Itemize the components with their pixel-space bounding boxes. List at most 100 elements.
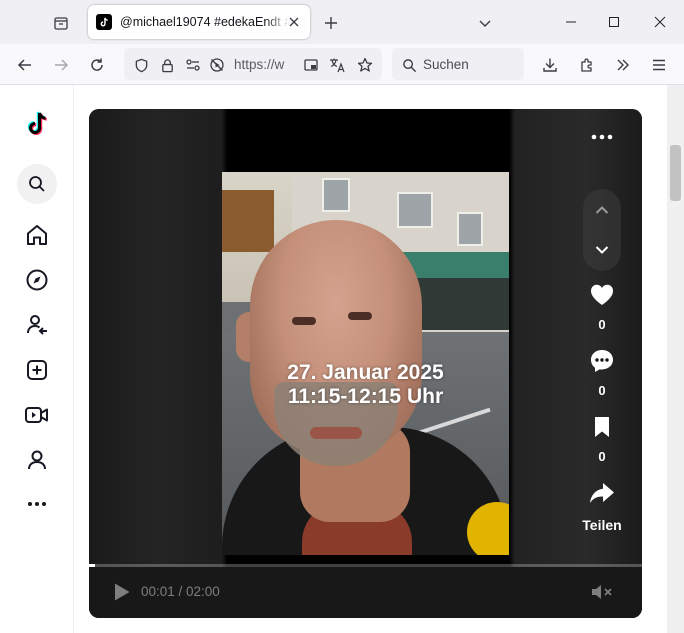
list-all-tabs-button[interactable] bbox=[474, 12, 496, 34]
play-button[interactable] bbox=[111, 581, 133, 603]
extensions-button[interactable] bbox=[574, 52, 600, 78]
reader-view-icon[interactable] bbox=[302, 56, 320, 74]
timecode: 00:01 / 02:00 bbox=[141, 584, 220, 599]
tab-title: @michael19074 #edekaEndt #v bbox=[120, 15, 290, 29]
share-icon[interactable] bbox=[588, 479, 616, 507]
puzzle-icon bbox=[581, 58, 592, 72]
volume-muted-icon bbox=[592, 585, 612, 599]
video-camera-icon bbox=[25, 407, 48, 423]
permissions-icon[interactable] bbox=[184, 56, 202, 74]
save-count: 0 bbox=[598, 449, 606, 464]
app-menu-button[interactable] bbox=[646, 52, 672, 78]
player-controls: 00:01 / 02:00 bbox=[89, 567, 642, 618]
chevron-down-icon bbox=[479, 20, 491, 27]
user-follow-icon bbox=[27, 315, 47, 335]
chevron-up-icon bbox=[595, 206, 609, 214]
search-icon bbox=[400, 56, 418, 74]
video-scene-balcony bbox=[222, 190, 274, 252]
downloads-button[interactable] bbox=[537, 52, 563, 78]
sidebar-item-home[interactable] bbox=[22, 220, 52, 250]
lock-icon[interactable] bbox=[158, 56, 176, 74]
video-scene-eye bbox=[348, 312, 372, 320]
save-action[interactable]: 0 bbox=[579, 413, 625, 464]
bookmark-star-icon[interactable] bbox=[356, 56, 374, 74]
overlay-time: 11:15-12:15 Uhr bbox=[287, 385, 444, 408]
search-icon bbox=[29, 176, 45, 192]
comment-action[interactable]: 0 bbox=[579, 347, 625, 398]
video-text-overlay: 27. Januar 2025 11:15-12:15 Uhr bbox=[222, 361, 509, 409]
more-options-button[interactable] bbox=[587, 127, 617, 147]
search-placeholder: Suchen bbox=[423, 57, 469, 72]
overflow-menu-button[interactable] bbox=[610, 52, 636, 78]
new-tab-button[interactable] bbox=[320, 12, 342, 34]
navigation-toolbar: https://w Suchen bbox=[0, 44, 684, 85]
home-icon bbox=[27, 225, 47, 245]
sidebar-item-search[interactable] bbox=[17, 164, 57, 204]
compass-icon bbox=[26, 269, 48, 291]
page-content: 27. Januar 2025 11:15-12:15 Uhr 0 0 0 Te… bbox=[0, 85, 684, 633]
close-window-icon bbox=[654, 16, 666, 28]
comment-icon[interactable] bbox=[588, 347, 616, 375]
video-player[interactable]: 27. Januar 2025 11:15-12:15 Uhr 0 0 0 Te… bbox=[89, 109, 642, 618]
translate-icon[interactable] bbox=[328, 56, 346, 74]
bookmark-icon[interactable] bbox=[588, 413, 616, 441]
reload-button[interactable] bbox=[84, 52, 110, 78]
tab-list-button[interactable] bbox=[50, 12, 72, 34]
back-button[interactable] bbox=[12, 52, 38, 78]
video-scene-mouth bbox=[310, 427, 362, 439]
arrow-left-icon bbox=[17, 59, 31, 71]
next-video-button[interactable] bbox=[583, 231, 621, 269]
plus-square-icon bbox=[27, 360, 47, 380]
comment-count: 0 bbox=[598, 383, 606, 398]
video-nav-pill bbox=[583, 189, 621, 271]
close-window-button[interactable] bbox=[645, 8, 675, 36]
more-horizontal-icon bbox=[28, 502, 46, 506]
play-icon bbox=[115, 583, 130, 601]
page-scrollbar[interactable] bbox=[667, 85, 684, 633]
arrow-right-icon bbox=[55, 59, 69, 71]
tiktok-logo-icon[interactable] bbox=[22, 109, 52, 139]
url-bar[interactable]: https://w bbox=[124, 48, 382, 80]
sidebar-item-explore[interactable] bbox=[22, 265, 52, 295]
video-scene-window bbox=[322, 178, 350, 212]
sidebar-item-profile[interactable] bbox=[22, 445, 52, 475]
like-count: 0 bbox=[598, 317, 606, 332]
scrollbar-thumb[interactable] bbox=[670, 145, 681, 201]
tiktok-icon bbox=[96, 14, 112, 30]
person-icon bbox=[28, 450, 46, 470]
forward-button[interactable] bbox=[48, 52, 74, 78]
shield-icon[interactable] bbox=[132, 56, 150, 74]
collections-icon bbox=[54, 17, 68, 30]
more-horizontal-icon bbox=[591, 134, 613, 140]
active-tab[interactable]: @michael19074 #edekaEndt #v bbox=[88, 5, 310, 39]
chevron-down-icon bbox=[595, 246, 609, 254]
video-scene-window bbox=[457, 212, 483, 246]
browser-window: @michael19074 #edekaEndt #v https://w Su… bbox=[0, 0, 684, 633]
share-action[interactable] bbox=[579, 479, 625, 507]
previous-video-button[interactable] bbox=[583, 191, 621, 229]
minimize-icon bbox=[566, 21, 576, 23]
sidebar-item-following[interactable] bbox=[22, 310, 52, 340]
plus-icon bbox=[325, 17, 337, 29]
like-action[interactable]: 0 bbox=[579, 281, 625, 332]
sidebar-item-more[interactable] bbox=[22, 489, 52, 519]
tab-strip: @michael19074 #edekaEndt #v bbox=[0, 0, 684, 44]
search-bar[interactable]: Suchen bbox=[392, 48, 524, 80]
overlay-date: 27. Januar 2025 bbox=[287, 361, 444, 384]
autoplay-blocked-icon[interactable] bbox=[208, 56, 226, 74]
close-icon[interactable] bbox=[286, 14, 302, 30]
sidebar-item-upload[interactable] bbox=[22, 355, 52, 385]
maximize-button[interactable] bbox=[599, 8, 629, 36]
video-scene-eye bbox=[292, 317, 316, 325]
minimize-button[interactable] bbox=[556, 8, 586, 36]
hamburger-icon bbox=[653, 59, 665, 71]
mute-button[interactable] bbox=[589, 581, 615, 603]
download-icon bbox=[543, 58, 557, 72]
sidebar bbox=[0, 85, 74, 633]
reload-icon bbox=[91, 58, 103, 71]
heart-icon[interactable] bbox=[588, 281, 616, 309]
chevron-double-right-icon bbox=[617, 59, 629, 71]
video-scene-window bbox=[397, 192, 433, 228]
url-text[interactable]: https://w bbox=[234, 57, 296, 72]
sidebar-item-live[interactable] bbox=[22, 400, 52, 430]
